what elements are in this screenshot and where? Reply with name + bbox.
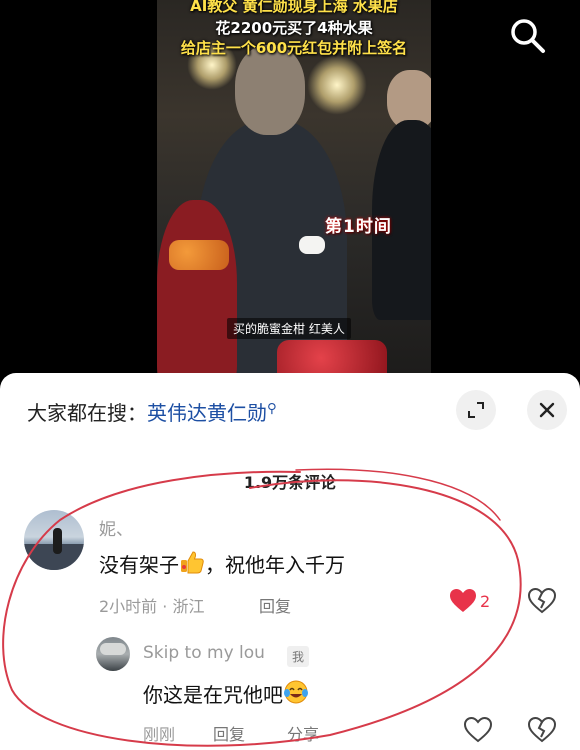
search-suggestion[interactable]: 大家都在搜：英伟达黄仁勋⚲ <box>27 397 277 426</box>
small-search-icon: ⚲ <box>267 401 277 417</box>
reply-time: 刚刚 <box>143 725 176 744</box>
comment-text-part1: 没有架子 <box>99 553 179 577</box>
reply-text-part1: 你这是在咒他吧 <box>143 683 283 707</box>
video-player[interactable]: AI教父 黄仁勋现身上海 水果店 花2200元买了4种水果 给店主一个600元红… <box>0 0 580 385</box>
laughing-tears-icon <box>283 679 309 710</box>
reply-avatar[interactable] <box>96 637 130 671</box>
heart-outline-icon <box>463 716 493 743</box>
like-button[interactable] <box>449 588 477 618</box>
comment-count-title: 1.9万条评论 <box>243 473 337 492</box>
reply-username[interactable]: Skip to my lou <box>143 643 265 663</box>
broken-heart-icon <box>527 587 557 614</box>
heart-filled-icon <box>450 589 476 612</box>
person-head <box>235 45 305 135</box>
reply-button[interactable]: 回复 <box>259 593 291 617</box>
video-headline-3: 给店主一个600元红包并附上签名 <box>180 39 408 57</box>
shopper-red-coat <box>157 200 237 385</box>
store-light <box>307 55 367 115</box>
channel-logo: 第1时间 <box>325 217 392 237</box>
hand-tissue <box>299 236 325 254</box>
close-icon <box>539 402 555 418</box>
reply-reply-button[interactable]: 回复 <box>213 721 245 745</box>
search-button[interactable] <box>508 16 548 56</box>
reply-like-button[interactable] <box>463 716 493 747</box>
video-caption: 买的脆蜜金柑 红美人 <box>227 318 351 339</box>
me-badge: 我 <box>287 646 310 667</box>
dislike-button[interactable] <box>527 587 557 618</box>
comment-sheet: 大家都在搜：英伟达黄仁勋⚲ 1.9万条评论 妮、 没有架子 ，祝他年入千万 2小时… <box>0 373 580 750</box>
avatar[interactable] <box>24 510 84 570</box>
avatar-figure <box>53 528 62 554</box>
suggestion-term[interactable]: 英伟达黄仁勋 <box>147 401 267 425</box>
comment-time-location: 2小时前 · 浙江 <box>99 597 205 616</box>
video-headline-1: AI教父 黄仁勋现身上海 水果店 <box>190 0 398 15</box>
video-headline-2: 花2200元买了4种水果 <box>215 19 373 37</box>
comment-text-part2: ，祝他年入千万 <box>205 553 345 577</box>
comment-username[interactable]: 妮、 <box>99 515 133 540</box>
video-frame: AI教父 黄仁勋现身上海 水果店 花2200元买了4种水果 给店主一个600元红… <box>157 0 431 385</box>
search-icon <box>511 19 545 53</box>
suggestion-label: 大家都在搜： <box>27 401 147 425</box>
expand-icon <box>468 402 484 418</box>
close-button[interactable] <box>527 390 567 430</box>
reply-dislike-button[interactable] <box>527 716 557 747</box>
avatar-cloud <box>100 643 126 655</box>
expand-button[interactable] <box>456 390 496 430</box>
like-count: 2 <box>480 592 491 611</box>
comment-text: 没有架子 ，祝他年入千万 <box>99 549 345 580</box>
share-button[interactable]: 分享 <box>287 721 319 745</box>
thumbs-up-icon <box>179 549 205 580</box>
broken-heart-icon <box>527 716 557 743</box>
reply-text: 你这是在咒他吧 <box>143 679 309 710</box>
oranges <box>169 240 229 270</box>
